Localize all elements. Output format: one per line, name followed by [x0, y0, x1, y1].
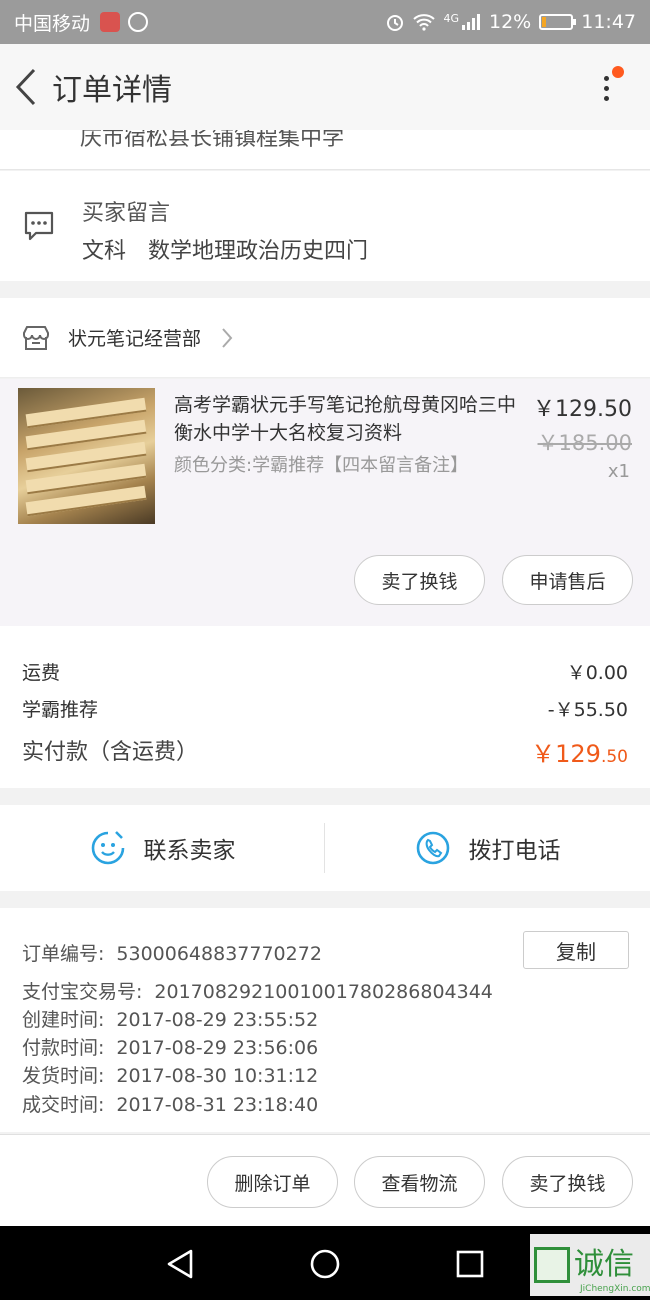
carrier-name: 中国移动: [14, 12, 91, 35]
buyer-message-section: 买家留言 文科 数学地理政治历史四门: [0, 171, 650, 281]
buyer-message-label: 买家留言: [82, 201, 171, 226]
order-info-row: 订单编号: 53000648837770272: [22, 943, 322, 965]
shop-row[interactable]: 状元笔记经营部: [0, 298, 650, 378]
discount-label: 学霸推荐: [22, 699, 99, 721]
top-bar: 订单详情: [0, 44, 650, 130]
contact-seller-label: 联系卖家: [143, 838, 236, 864]
paid-time: 2017-08-29 23:56:06: [116, 1037, 319, 1059]
shipped-time: 2017-08-30 10:31:12: [116, 1065, 319, 1087]
completed-time: 2017-08-31 23:18:40: [116, 1094, 319, 1116]
app-notification-icon: [100, 12, 121, 32]
order-info-row: 创建时间: 2017-08-29 23:55:52: [22, 1009, 319, 1031]
shipping-fee-row: 运费 ￥0.00: [22, 658, 628, 685]
shipping-value: ￥0.00: [566, 662, 628, 684]
chevron-right-icon: [222, 327, 233, 348]
battery-level: [542, 17, 546, 27]
paid-amount: ￥129.50: [531, 734, 628, 769]
paid-amount-main: ￥129: [531, 740, 601, 768]
view-logistics-button[interactable]: 查看物流: [354, 1156, 485, 1208]
watermark-logo: [534, 1247, 570, 1283]
alarm-icon: [387, 15, 404, 31]
page-title: 订单详情: [52, 73, 172, 108]
copy-order-number-button[interactable]: 复制: [523, 931, 629, 969]
watermark: 诚信 JiChengXin.com: [530, 1234, 650, 1296]
nav-home-button[interactable]: [305, 1244, 345, 1284]
watermark-text: 诚信: [574, 1247, 634, 1282]
after-sale-button[interactable]: 申请售后: [502, 555, 633, 605]
order-info-row: 支付宝交易号: 2017082921001001780286804344: [22, 981, 493, 1003]
order-info-row: 付款时间: 2017-08-29 23:56:06: [22, 1037, 319, 1059]
phone-icon: [416, 831, 449, 865]
status-bar: 中国移动 4G 12% 11:47: [0, 0, 650, 44]
buyer-message-subject: 文科: [82, 239, 127, 264]
product-price: ￥129.50: [533, 397, 632, 422]
order-info-row: 成交时间: 2017-08-31 23:18:40: [22, 1094, 319, 1116]
clock: 11:47: [581, 11, 636, 33]
buyer-message-text: 数学地理政治历史四门: [148, 239, 369, 264]
delete-order-button[interactable]: 删除订单: [207, 1156, 338, 1208]
more-menu-button[interactable]: [586, 66, 626, 110]
address-text: 庆市宿松县长铺镇程集中学: [80, 130, 345, 151]
contact-seller-button[interactable]: 联系卖家: [0, 805, 325, 891]
back-button[interactable]: [4, 44, 48, 130]
buyer-message-content: 文科 数学地理政治历史四门: [82, 233, 368, 265]
product-image[interactable]: [18, 388, 155, 524]
circle-home-icon: [310, 1249, 340, 1279]
square-recents-icon: [456, 1250, 484, 1278]
alipay-trade-number: 2017082921001001780286804344: [154, 981, 493, 1003]
sell-button[interactable]: 卖了换钱: [502, 1156, 633, 1208]
nav-recents-button[interactable]: [450, 1244, 490, 1284]
address-section: 庆市宿松县长铺镇程集中学: [0, 130, 650, 170]
network-type: 4G: [443, 11, 459, 25]
chevron-left-icon: [15, 68, 36, 106]
signal-icon: [462, 14, 480, 30]
product-quantity: x1: [607, 461, 630, 482]
sell-item-button[interactable]: 卖了换钱: [354, 555, 485, 605]
paid-amount-decimal: .50: [600, 747, 628, 767]
battery-percent: 12%: [489, 11, 532, 33]
wifi-icon: [413, 14, 436, 31]
bottom-action-bar: 删除订单 查看物流 卖了换钱: [0, 1134, 650, 1226]
app-notification-icon-2: [128, 12, 149, 32]
contact-bar: 联系卖家 拨打电话: [0, 805, 650, 891]
notification-dot: [612, 66, 624, 78]
shipping-label: 运费: [22, 662, 61, 684]
nav-back-button[interactable]: [160, 1244, 200, 1284]
order-number: 53000648837770272: [116, 943, 322, 965]
shop-name: 状元笔记经营部: [68, 328, 202, 350]
paid-label: 实付款（含运费）: [22, 740, 199, 765]
order-item[interactable]: 高考学霸状元手写笔记抢航母黄冈哈三中衡水中学十大名校复习资料 颜色分类:学霸推荐…: [0, 379, 650, 626]
discount-value: -￥55.50: [547, 699, 628, 721]
order-info-row: 发货时间: 2017-08-30 10:31:12: [22, 1065, 319, 1087]
chat-face-icon: [91, 831, 124, 865]
fee-summary: 运费 ￥0.00 学霸推荐 -￥55.50 实付款（含运费） ￥129.50: [0, 626, 650, 788]
product-original-price: ￥185.00: [537, 431, 632, 455]
call-phone-label: 拨打电话: [468, 838, 561, 864]
created-time: 2017-08-29 23:55:52: [116, 1009, 319, 1031]
discount-row: 学霸推荐 -￥55.50: [22, 695, 628, 722]
product-spec: 颜色分类:学霸推荐【四本留言备注】: [174, 455, 469, 476]
watermark-subtext: JiChengXin.com: [580, 1284, 650, 1294]
triangle-back-icon: [167, 1249, 193, 1279]
message-icon: [24, 211, 54, 241]
battery-icon: [539, 14, 577, 30]
order-info-section: 订单编号: 53000648837770272 复制 支付宝交易号: 2017082…: [0, 908, 650, 1132]
call-phone-button[interactable]: 拨打电话: [325, 805, 650, 891]
product-title[interactable]: 高考学霸状元手写笔记抢航母黄冈哈三中衡水中学十大名校复习资料: [174, 391, 524, 447]
more-dot-icon: [603, 75, 609, 81]
paid-row: 实付款（含运费） ￥129.50: [22, 734, 628, 769]
system-nav-bar: 诚信 JiChengXin.com: [0, 1226, 650, 1300]
shop-icon: [23, 325, 49, 350]
